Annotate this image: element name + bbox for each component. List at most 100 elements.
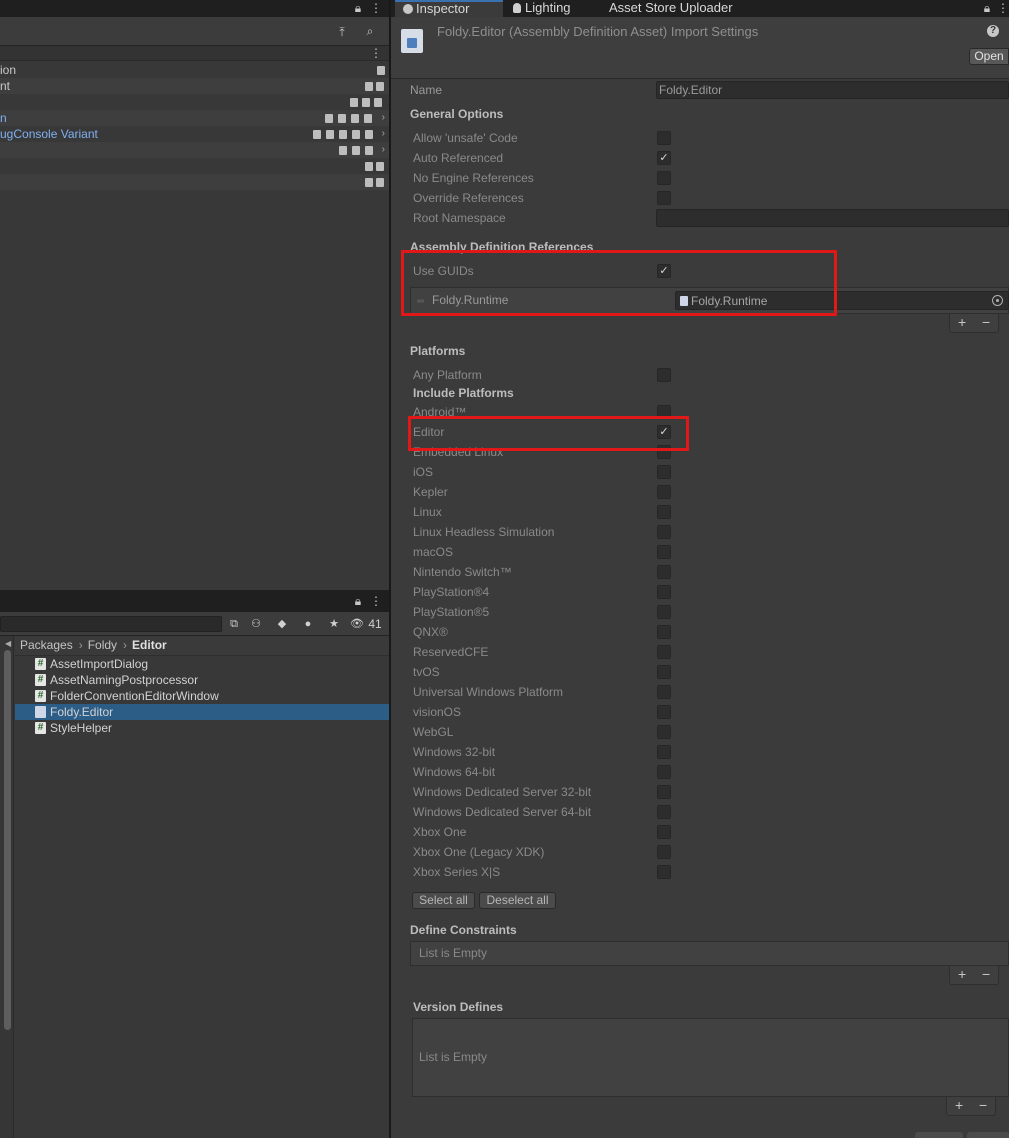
tab-asset-store-uploader[interactable]: Asset Store Uploader — [601, 0, 741, 17]
visibility-eye-icon[interactable]: 👁︎ — [350, 616, 364, 632]
kebab-menu-icon[interactable]: ⋮ — [997, 1, 1009, 15]
platform-checkbox[interactable] — [657, 845, 671, 859]
kebab-menu-icon[interactable]: ⋮ — [370, 1, 382, 15]
caret-left-icon[interactable]: ◀ — [5, 639, 11, 648]
hierarchy-row[interactable]: n › — [0, 110, 389, 126]
lock-icon[interactable]: 🔒︎ — [981, 1, 993, 15]
platform-checkbox[interactable] — [657, 665, 671, 679]
general-option-checkbox[interactable] — [657, 171, 671, 185]
remove-icon[interactable]: − — [979, 1097, 987, 1114]
kebab-menu-icon[interactable]: ⋮ — [370, 594, 382, 608]
platform-checkbox[interactable] — [657, 705, 671, 719]
platform-checkbox[interactable] — [657, 525, 671, 539]
general-option-checkbox[interactable] — [657, 191, 671, 205]
platform-checkbox[interactable] — [657, 865, 671, 879]
open-button[interactable]: Open — [969, 48, 1009, 65]
inspector-header: Foldy.Editor (Assembly Definition Asset)… — [391, 17, 1009, 79]
revert-button-partial[interactable] — [915, 1132, 963, 1138]
breadcrumb-packages[interactable]: Packages — [20, 638, 73, 652]
add-icon[interactable]: + — [955, 1097, 963, 1114]
csharp-script-icon: # — [35, 658, 46, 670]
platform-checkbox[interactable] — [657, 785, 671, 799]
project-search-input[interactable] — [0, 616, 222, 632]
root-namespace-label: Root Namespace — [413, 211, 506, 225]
collapse-up-icon[interactable]: ⤒ — [334, 25, 350, 39]
scrollbar-thumb[interactable] — [4, 650, 11, 1030]
platform-label: Kepler — [413, 485, 448, 499]
chevron-right-icon[interactable]: › — [382, 110, 385, 126]
breadcrumb-separator-icon: › — [78, 638, 83, 652]
platform-checkbox[interactable] — [657, 465, 671, 479]
platform-checkbox[interactable] — [657, 505, 671, 519]
kebab-menu-icon[interactable]: ⋮ — [370, 46, 382, 60]
hierarchy-row[interactable] — [0, 158, 389, 174]
csharp-script-icon: # — [35, 674, 46, 686]
platform-checkbox[interactable] — [657, 565, 671, 579]
platform-checkbox[interactable] — [657, 485, 671, 499]
filter-by-type-icon[interactable]: ⧉ — [226, 616, 242, 632]
apply-button-partial[interactable] — [967, 1132, 1009, 1138]
file-item[interactable]: # FolderConventionEditorWindow — [15, 688, 389, 704]
platform-checkbox[interactable] — [657, 645, 671, 659]
tab-lighting[interactable]: Lighting — [505, 0, 579, 17]
platform-checkbox[interactable] — [657, 725, 671, 739]
platform-checkbox[interactable] — [657, 585, 671, 599]
lock-icon[interactable]: 🔒︎ — [352, 1, 364, 15]
hierarchy-row[interactable]: ugConsole Variant › — [0, 126, 389, 142]
platform-label: macOS — [413, 545, 454, 559]
platform-checkbox[interactable] — [657, 605, 671, 619]
file-item[interactable]: # StyleHelper — [15, 720, 389, 736]
chevron-right-icon[interactable]: › — [382, 142, 385, 158]
general-option-label: Auto Referenced — [413, 151, 504, 165]
add-icon[interactable]: + — [958, 314, 966, 331]
assembly-definition-icon — [401, 29, 423, 53]
any-platform-checkbox[interactable] — [657, 368, 671, 382]
platform-checkbox[interactable] — [657, 545, 671, 559]
component-icon — [313, 130, 321, 139]
remove-icon[interactable]: − — [982, 314, 990, 331]
lock-icon[interactable]: 🔒︎ — [352, 594, 364, 608]
search-icon[interactable]: ⌕ — [362, 24, 378, 38]
name-field[interactable]: Foldy.Editor — [656, 81, 1009, 99]
root-namespace-field[interactable] — [656, 209, 1009, 227]
component-icon — [365, 130, 373, 139]
platform-checkbox[interactable] — [657, 745, 671, 759]
hierarchy-row[interactable]: ion — [0, 62, 389, 78]
add-icon[interactable]: + — [958, 966, 966, 983]
breadcrumb-foldy[interactable]: Foldy — [88, 638, 117, 652]
platform-checkbox[interactable] — [657, 685, 671, 699]
file-item[interactable]: # AssetNamingPostprocessor — [15, 672, 389, 688]
tag-icon[interactable]: ◆ — [274, 616, 290, 632]
general-option-checkbox[interactable] — [657, 131, 671, 145]
hierarchy-row[interactable] — [0, 174, 389, 190]
platform-label: Windows Dedicated Server 64-bit — [413, 805, 592, 819]
filter-by-label-icon[interactable]: ⚇ — [248, 616, 264, 632]
help-icon[interactable]: ? — [987, 25, 999, 37]
component-icon — [365, 82, 373, 91]
warning-icon[interactable]: ● — [300, 616, 316, 632]
file-item[interactable]: # AssetImportDialog — [15, 656, 389, 672]
inspector-title: Foldy.Editor (Assembly Definition Asset)… — [437, 24, 759, 39]
general-option-checkbox[interactable]: ✓ — [657, 151, 671, 165]
tab-inspector[interactable]: Inspector — [395, 0, 503, 17]
breadcrumb-editor[interactable]: Editor — [132, 638, 167, 652]
file-item[interactable]: Foldy.Editor — [15, 704, 389, 720]
select-all-button[interactable]: Select all — [412, 892, 475, 909]
component-icon — [339, 146, 347, 155]
platform-checkbox[interactable] — [657, 825, 671, 839]
platform-checkbox[interactable] — [657, 765, 671, 779]
hierarchy-row[interactable] — [0, 94, 389, 110]
file-name: AssetImportDialog — [50, 657, 149, 671]
deselect-all-button[interactable]: Deselect all — [479, 892, 556, 909]
object-picker-icon[interactable] — [992, 295, 1003, 306]
platform-checkbox[interactable] — [657, 805, 671, 819]
platform-label: Xbox One — [413, 825, 467, 839]
platform-checkbox[interactable] — [657, 625, 671, 639]
hierarchy-row[interactable]: › — [0, 142, 389, 158]
hierarchy-row[interactable]: nt — [0, 78, 389, 94]
name-label: Name — [410, 83, 443, 97]
platform-label: visionOS — [413, 705, 462, 719]
favorite-star-icon[interactable]: ★ — [326, 616, 342, 632]
remove-icon[interactable]: − — [982, 966, 990, 983]
chevron-right-icon[interactable]: › — [382, 126, 385, 142]
